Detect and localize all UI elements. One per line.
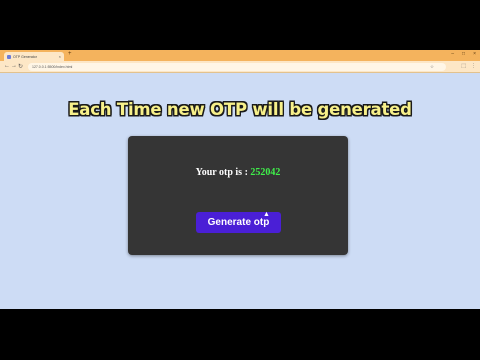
new-tab-button[interactable]: + [68,51,72,57]
reload-button[interactable]: ↻ [18,63,23,70]
minimize-button[interactable]: – [451,51,454,57]
close-window-button[interactable]: × [473,51,476,57]
browser-window: OTP Generator × + – □ × ← → ↻ 127.0.0.1:… [0,50,480,309]
otp-display: Your otp is : 252042 [128,167,348,178]
close-tab-icon[interactable]: × [59,54,61,59]
bookmark-star-icon[interactable]: ☆ [430,64,434,70]
url-text: 127.0.0.1:5500/index.html [32,65,73,69]
extensions-icon[interactable]: ⬚ [461,63,466,69]
otp-label: Your otp is : [195,167,251,178]
favicon-icon [7,54,11,59]
tab-bar: OTP Generator × + – □ × [0,50,480,61]
menu-icon[interactable]: ⋮ [471,63,476,69]
mouse-cursor-icon: ▲ [263,211,270,218]
otp-value: 252042 [250,167,281,178]
address-bar[interactable]: 127.0.0.1:5500/index.html [28,63,446,71]
page-content: Each Time new OTP will be generated Your… [0,73,480,309]
back-button[interactable]: ← [4,63,10,69]
browser-tab[interactable]: OTP Generator × [4,52,64,61]
browser-toolbar: ← → ↻ 127.0.0.1:5500/index.html ☆ ⬚ ⋮ [0,61,480,73]
forward-button[interactable]: → [11,63,17,69]
toolbar-icons: ⬚ ⋮ [461,63,476,69]
window-controls: – □ × [451,51,476,57]
page-headline: Each Time new OTP will be generated [68,100,412,119]
otp-card: Your otp is : 252042 Generate otp [128,136,348,255]
maximize-button[interactable]: □ [462,51,465,57]
tab-title: OTP Generator [13,54,37,59]
